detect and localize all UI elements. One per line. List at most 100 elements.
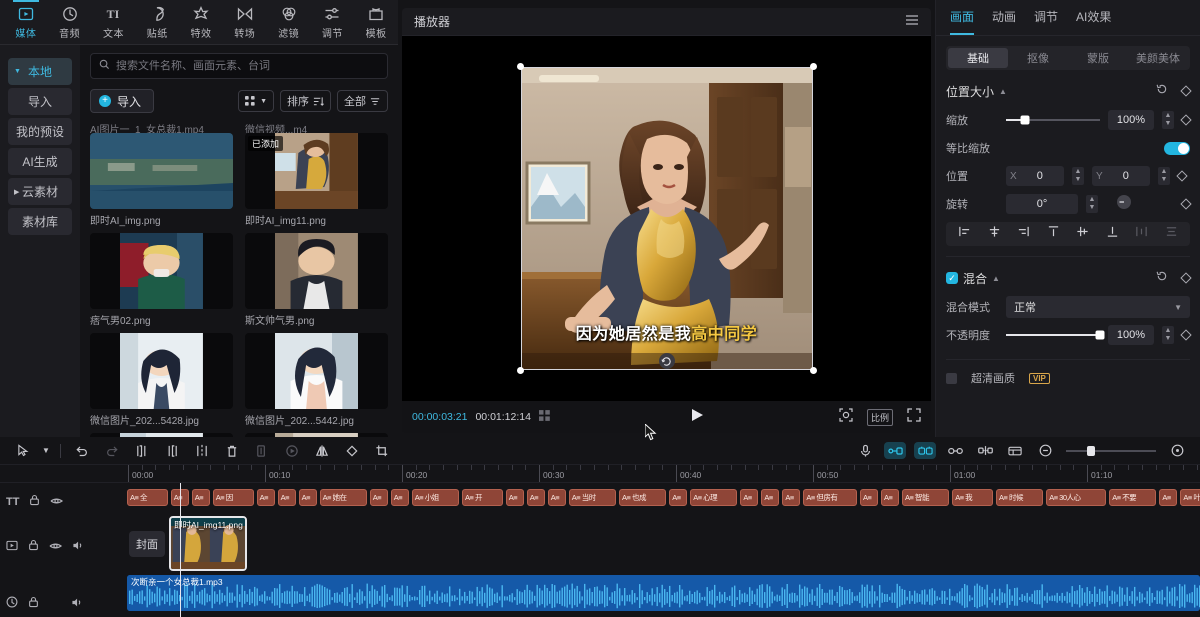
distribute-horizontal-icon[interactable] [1135, 225, 1148, 243]
text-clip[interactable]: A≡ [761, 489, 780, 506]
chevron-up-icon[interactable]: ▲ [999, 87, 1007, 96]
view-mode-button[interactable]: ▼ [238, 90, 274, 112]
tab-模板[interactable]: 模板 [354, 0, 398, 45]
align-center-horizontal-icon[interactable] [988, 225, 1001, 243]
rotate-handle-icon[interactable] [658, 353, 675, 369]
chevron-down-icon[interactable]: ▼ [38, 437, 54, 465]
text-clip[interactable]: A≡ 全 [127, 489, 168, 506]
position-x-field[interactable]: X 0 [1006, 166, 1064, 186]
media-thumbnail[interactable] [245, 433, 388, 437]
reset-position-size-icon[interactable] [1156, 82, 1168, 100]
text-clip[interactable]: A≡ [740, 489, 759, 506]
text-clip[interactable]: A≡ [526, 489, 545, 506]
opacity-slider[interactable] [1006, 330, 1105, 340]
timeline-ruler[interactable]: 00:00 00:10 00:20 00:30 00:40 00:50 01:00 01:10 [0, 465, 1200, 483]
media-item[interactable]: 痞气男02.png [90, 233, 233, 327]
tab-音频[interactable]: 音频 [48, 0, 92, 45]
sort-button[interactable]: 排序 [280, 90, 331, 112]
resize-handle-bottom-right[interactable] [809, 367, 817, 374]
text-clip[interactable]: A≡ 她在 [319, 489, 367, 506]
sidebar-item-我的预设[interactable]: 我的预设 [8, 118, 72, 145]
redo-icon[interactable] [97, 437, 127, 465]
text-clip[interactable]: A≡ 时候 [996, 489, 1044, 506]
tab-调节[interactable]: 调节 [310, 0, 354, 45]
media-item[interactable]: 微信图片_202...5515.jpg [245, 433, 388, 437]
align-top-icon[interactable] [1047, 225, 1060, 243]
keyframe-opacity-icon[interactable] [1180, 329, 1192, 341]
keyframe-blend-icon[interactable] [1180, 272, 1192, 284]
eye-icon[interactable] [50, 493, 64, 511]
media-thumbnail[interactable] [90, 433, 233, 437]
property-tab-画面[interactable]: 画面 [950, 8, 975, 35]
rotate-stepper[interactable]: ▲ ▼ [1086, 195, 1098, 213]
keyframe-scale-icon[interactable] [1180, 114, 1192, 126]
rotate-value[interactable]: 0° [1006, 194, 1078, 214]
media-thumbnail[interactable]: 已添加 [245, 133, 388, 209]
media-thumbnail[interactable] [245, 233, 388, 309]
keyframe-position-size-icon[interactable] [1180, 85, 1192, 97]
player-stage[interactable]: 因为她居然是我高中同学 [402, 36, 931, 401]
sidebar-item-AI生成[interactable]: AI生成 [8, 148, 72, 175]
media-item[interactable]: 即时AI_img.png [90, 133, 233, 227]
text-clip[interactable]: A≡ 智能 [902, 489, 950, 506]
position-y-stepper[interactable]: ▲ ▼ [1158, 167, 1170, 185]
text-clip[interactable]: A≡ 但房有 [803, 489, 857, 506]
fullscreen-icon[interactable] [907, 407, 921, 427]
distribute-vertical-icon[interactable] [1165, 225, 1178, 243]
ratio-button[interactable]: 比例 [867, 408, 894, 426]
media-thumbnail[interactable] [245, 333, 388, 409]
filter-all-button[interactable]: 全部 [337, 90, 388, 112]
media-item[interactable]: 微信图片_202...5501.jpg [90, 433, 233, 437]
zoom-out-icon[interactable] [1030, 437, 1060, 465]
text-clip[interactable]: A≡ [881, 489, 899, 506]
text-clip[interactable]: A≡ 心理 [690, 489, 738, 506]
sidebar-item-本地[interactable]: ▼ 本地 [8, 58, 72, 85]
blend-mode-select[interactable]: 正常 ▼ [1006, 296, 1190, 318]
text-clip[interactable]: A≡ 30人心 [1046, 489, 1107, 506]
position-y-field[interactable]: Y 0 [1092, 166, 1150, 186]
text-clip[interactable]: A≡ 小姐 [411, 489, 459, 506]
text-clip[interactable]: A≡ [191, 489, 210, 506]
keyframe-rotate-icon[interactable] [1180, 198, 1192, 210]
hamburger-icon[interactable] [905, 14, 919, 29]
property-tab-调节[interactable]: 调节 [1034, 8, 1058, 27]
resize-handle-top-right[interactable] [809, 63, 817, 70]
volume-icon[interactable] [71, 595, 83, 613]
sidebar-item-导入[interactable]: 导入 [8, 88, 72, 115]
playhead[interactable] [180, 483, 181, 617]
text-clip[interactable]: A≡ [860, 489, 878, 506]
search-input[interactable] [116, 60, 379, 72]
link-icon[interactable] [940, 437, 970, 465]
text-clip[interactable]: A≡ 当时 [568, 489, 616, 506]
reset-blend-icon[interactable] [1156, 269, 1168, 287]
detach-audio-icon[interactable] [970, 437, 1000, 465]
scale-stepper[interactable]: ▲ ▼ [1162, 111, 1174, 129]
microphone-icon[interactable] [850, 437, 880, 465]
sidebar-item-素材库[interactable]: 素材库 [8, 208, 72, 235]
select-arrow-icon[interactable] [8, 437, 38, 465]
media-thumbnail[interactable] [90, 233, 233, 309]
text-clip[interactable]: A≡ [256, 489, 275, 506]
property-tab-动画[interactable]: 动画 [992, 8, 1016, 27]
scale-slider[interactable] [1006, 115, 1100, 125]
blend-chevron-up-icon[interactable]: ▲ [992, 274, 1000, 283]
tab-转场[interactable]: 转场 [223, 0, 267, 45]
media-item[interactable]: 已添加 即时AI_img11.png [245, 133, 388, 227]
blend-enable-checkbox[interactable]: ✓ [946, 272, 958, 284]
rotate-icon[interactable] [337, 437, 367, 465]
media-thumbnail[interactable] [90, 133, 233, 209]
opacity-value[interactable]: 100% [1108, 325, 1154, 345]
keyframe-panel-icon[interactable] [1000, 437, 1030, 465]
align-center-vertical-icon[interactable] [1076, 225, 1089, 243]
split-right-icon[interactable] [157, 437, 187, 465]
text-clip[interactable]: A≡ 开 [462, 489, 503, 506]
keyframe-position-icon[interactable] [1176, 170, 1188, 182]
audio-clip[interactable]: 次断亲一个女总裁1.mp3 [127, 575, 1200, 611]
eye-icon[interactable] [49, 538, 63, 556]
text-clip[interactable]: A≡ [547, 489, 566, 506]
align-left-icon[interactable] [958, 225, 971, 243]
split-icon[interactable] [187, 437, 217, 465]
opacity-stepper[interactable]: ▲ ▼ [1162, 326, 1174, 344]
copy-icon[interactable] [247, 437, 277, 465]
resize-handle-top-left[interactable] [516, 63, 524, 70]
